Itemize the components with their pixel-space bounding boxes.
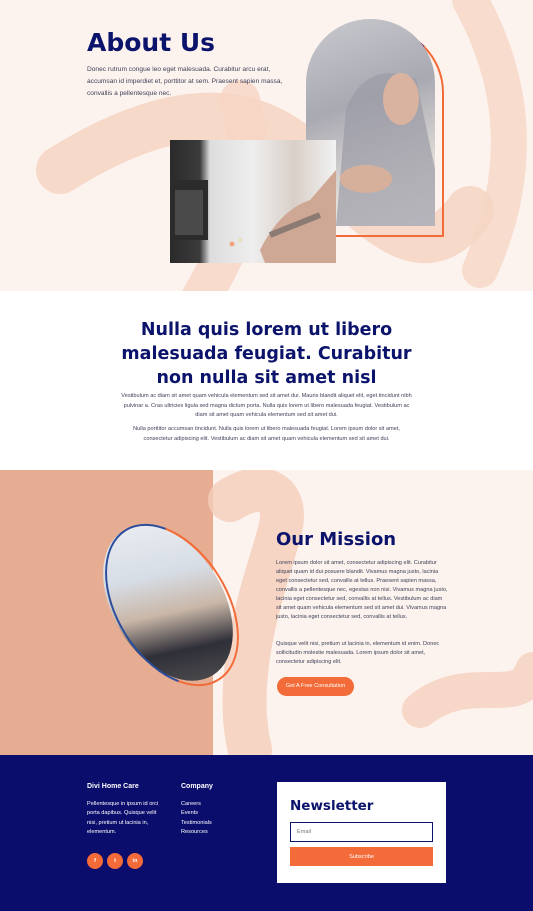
footer-link-events[interactable]: Events xyxy=(181,809,212,818)
footer-brand-title: Divi Home Care xyxy=(87,783,139,790)
email-input[interactable] xyxy=(290,822,433,842)
mission-paragraph-1: Lorem ipsum dolor sit amet, consectetur … xyxy=(276,560,448,620)
arch-outline-base xyxy=(333,227,444,237)
hand-pills-illustration xyxy=(170,170,336,263)
mission-paragraph-2: Quisque velit nisi, pretium ut lacinia i… xyxy=(276,641,440,665)
subscribe-button[interactable]: Subscribe xyxy=(290,847,433,866)
intro-paragraph-1: Vestibulum ac diam sit amet quam vehicul… xyxy=(121,393,412,418)
page-title: About Us xyxy=(87,28,216,57)
newsletter-title: Newsletter xyxy=(290,798,374,814)
footer-link-careers[interactable]: Careers xyxy=(181,800,212,809)
hero-section: About Us Donec rutrum congue leo eget ma… xyxy=(0,0,533,291)
footer-link-testimonials[interactable]: Testimonials xyxy=(181,819,212,828)
twitter-icon[interactable]: t xyxy=(107,853,123,869)
newsletter-box: Newsletter Subscribe xyxy=(277,782,446,883)
brush-stroke-decoration xyxy=(208,470,533,755)
footer-company-title: Company xyxy=(181,783,213,790)
facebook-icon[interactable]: f xyxy=(87,853,103,869)
footer-brand-text: Pellentesque in ipsum id orci porta dapi… xyxy=(87,801,159,835)
footer-links: Careers Events Testimonials Resources xyxy=(181,800,212,837)
linkedin-icon[interactable]: in xyxy=(127,853,143,869)
free-consultation-button[interactable]: Get A Free Consultation xyxy=(277,677,354,696)
footer-link-resources[interactable]: Resources xyxy=(181,828,212,837)
hero-text: Donec rutrum congue leo eget malesuada. … xyxy=(87,66,283,97)
intro-heading: Nulla quis lorem ut libero malesuada feu… xyxy=(121,320,412,388)
intro-paragraph-2: Nulla porttitor accumsan tincidunt. Null… xyxy=(133,426,400,442)
mission-title: Our Mission xyxy=(276,529,397,550)
footer: Divi Home Care Pellentesque in ipsum id … xyxy=(0,755,533,911)
mission-section: Our Mission Lorem ipsum dolor sit amet, … xyxy=(0,470,533,755)
intro-section: Nulla quis lorem ut libero malesuada feu… xyxy=(0,291,533,470)
pills-photo xyxy=(170,140,336,263)
